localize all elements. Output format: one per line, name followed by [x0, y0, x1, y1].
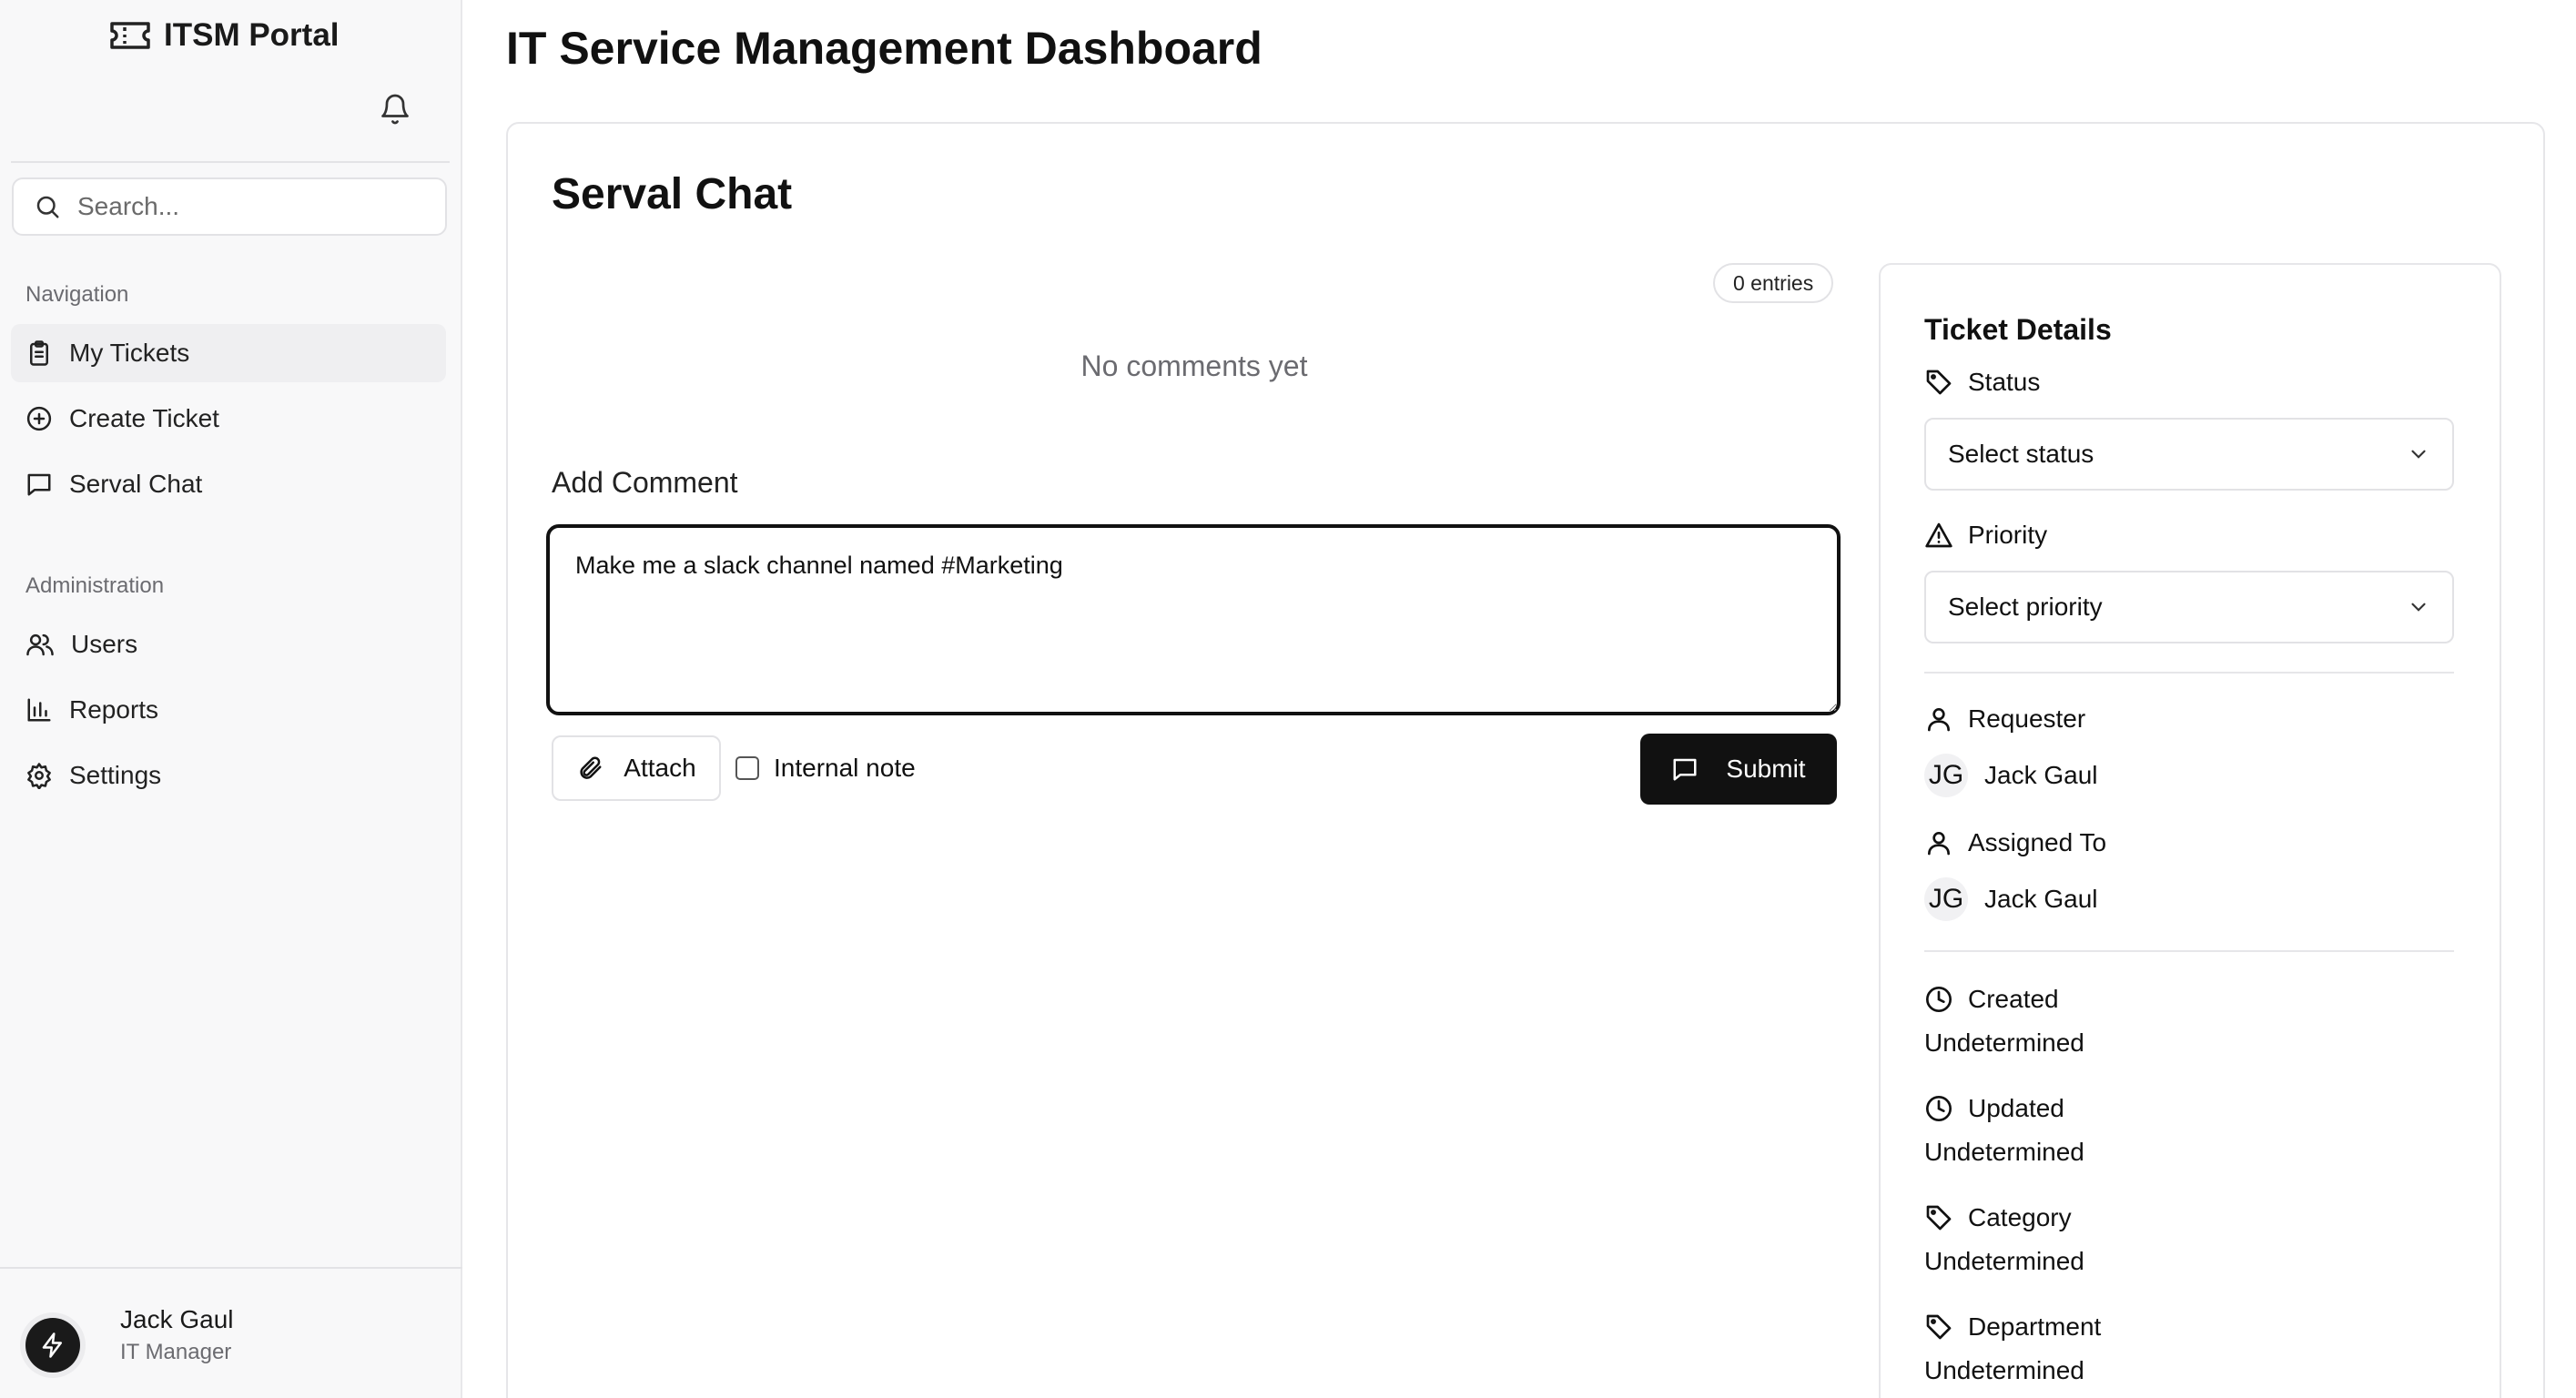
- search-icon: [36, 196, 59, 218]
- updated-label-text: Updated: [1968, 1094, 2064, 1122]
- warning-icon: [1925, 522, 1952, 548]
- requester-label: Requester: [1924, 704, 2085, 734]
- user-role: IT Manager: [120, 1340, 232, 1364]
- sidebar-divider: [11, 161, 450, 163]
- notification-bell-icon[interactable]: [379, 93, 411, 126]
- requester-label-text: Requester: [1968, 704, 2086, 733]
- sidebar-item-create-ticket[interactable]: Create Ticket: [11, 390, 446, 448]
- priority-select[interactable]: Select priority: [1924, 571, 2454, 643]
- attach-button[interactable]: Attach: [552, 735, 721, 801]
- details-divider: [1924, 672, 2454, 674]
- updated-value: Undetermined: [1924, 1138, 2084, 1166]
- gear-icon: [27, 763, 51, 789]
- sidebar-item-reports[interactable]: Reports: [11, 681, 446, 739]
- sidebar-item-label: Reports: [69, 695, 159, 724]
- ticket-details-title: Ticket Details: [1924, 313, 2112, 346]
- status-label: Status: [1924, 368, 2040, 397]
- brand[interactable]: ITSM Portal: [109, 16, 340, 55]
- chat-icon: [27, 473, 51, 496]
- sidebar-item-settings[interactable]: Settings: [11, 746, 446, 805]
- brand-name: ITSM Portal: [164, 17, 340, 53]
- category-label-text: Category: [1968, 1203, 2072, 1231]
- internal-note-toggle[interactable]: Internal note: [735, 750, 916, 786]
- paperclip-icon: [580, 756, 602, 779]
- assigned-avatar: JG: [1924, 877, 1968, 921]
- clock-icon: [1926, 987, 1952, 1012]
- priority-label-text: Priority: [1968, 521, 2048, 549]
- priority-select-value: Select priority: [1948, 593, 2103, 621]
- priority-label: Priority: [1924, 521, 2047, 550]
- tag-icon: [1926, 1205, 1952, 1231]
- status-select[interactable]: Select status: [1924, 418, 2454, 491]
- entries-badge: 0 entries: [1713, 263, 1834, 303]
- sidebar-item-label: Serval Chat: [69, 470, 203, 498]
- assigned-person: JG Jack Gaul: [1924, 877, 2098, 921]
- ticket-icon: [110, 22, 150, 49]
- department-label-text: Department: [1968, 1312, 2102, 1341]
- sidebar-item-label: Users: [71, 630, 138, 658]
- users-icon: [26, 633, 54, 656]
- department-value: Undetermined: [1924, 1356, 2084, 1384]
- assigned-to-label: Assigned To: [1924, 828, 2106, 857]
- user-name: Jack Gaul: [120, 1305, 234, 1333]
- empty-comments-message: No comments yet: [1080, 350, 1308, 382]
- search-input[interactable]: [77, 192, 423, 221]
- tag-icon: [1926, 370, 1952, 395]
- user-icon: [1928, 832, 1950, 856]
- sidebar-item-serval-chat[interactable]: Serval Chat: [11, 455, 446, 513]
- assigned-name: Jack Gaul: [1984, 885, 2098, 913]
- sidebar: ITSM Portal Navigation My Tickets Create…: [0, 0, 462, 1398]
- department-label: Department: [1924, 1312, 2101, 1342]
- clipboard-icon: [30, 340, 48, 366]
- assigned-label-text: Assigned To: [1968, 828, 2107, 856]
- requester-person: JG Jack Gaul: [1924, 754, 2098, 797]
- created-label-text: Created: [1968, 985, 2059, 1013]
- user-avatar[interactable]: [25, 1318, 80, 1373]
- search-box[interactable]: [12, 177, 447, 236]
- sidebar-item-users[interactable]: Users: [11, 615, 446, 674]
- created-label: Created: [1924, 985, 2059, 1014]
- requester-avatar: JG: [1924, 754, 1968, 797]
- comment-textarea[interactable]: Make me a slack channel named #Marketing: [546, 524, 1841, 715]
- clock-icon: [1926, 1096, 1952, 1121]
- page-title: IT Service Management Dashboard: [506, 23, 1263, 74]
- sidebar-item-label: Settings: [69, 761, 162, 789]
- administration-group-label: Administration: [25, 573, 165, 598]
- internal-note-label: Internal note: [774, 754, 916, 782]
- status-select-value: Select status: [1948, 440, 2094, 468]
- updated-label: Updated: [1924, 1094, 2064, 1123]
- chat-icon: [1673, 758, 1697, 781]
- details-divider: [1924, 950, 2454, 952]
- chevron-down-icon: [2411, 450, 2426, 459]
- add-comment-label: Add Comment: [552, 466, 738, 499]
- lightning-icon: [42, 1332, 62, 1358]
- attach-label: Attach: [624, 754, 696, 782]
- navigation-group-label: Navigation: [25, 282, 129, 307]
- status-label-text: Status: [1968, 368, 2041, 396]
- chevron-down-icon: [2411, 603, 2426, 612]
- sidebar-item-label: Create Ticket: [69, 404, 219, 432]
- bar-chart-icon: [27, 698, 51, 722]
- requester-name: Jack Gaul: [1984, 761, 2098, 789]
- user-icon: [1928, 708, 1950, 732]
- tag-icon: [1926, 1314, 1952, 1340]
- submit-button[interactable]: Submit: [1640, 734, 1837, 805]
- sidebar-footer-divider: [0, 1267, 462, 1269]
- category-value: Undetermined: [1924, 1247, 2084, 1275]
- sidebar-item-label: My Tickets: [69, 339, 190, 367]
- internal-note-checkbox[interactable]: [735, 756, 759, 780]
- category-label: Category: [1924, 1203, 2072, 1232]
- plus-circle-icon: [26, 406, 52, 431]
- created-value: Undetermined: [1924, 1028, 2084, 1057]
- submit-label: Submit: [1726, 755, 1806, 783]
- chat-title: Serval Chat: [552, 170, 793, 218]
- sidebar-item-my-tickets[interactable]: My Tickets: [11, 324, 446, 382]
